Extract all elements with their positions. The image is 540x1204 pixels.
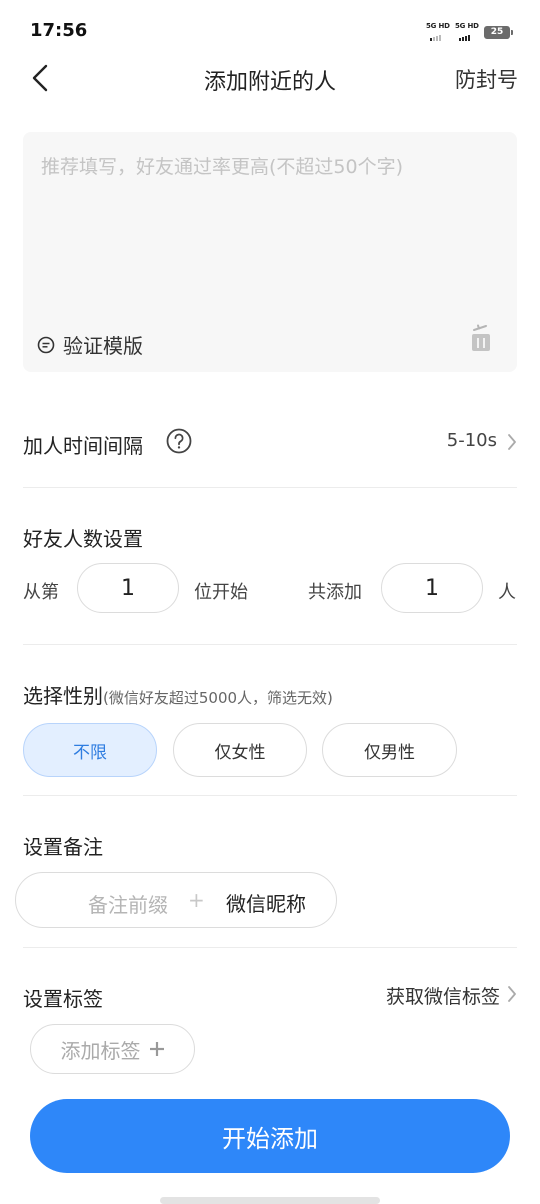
chevron-right-icon [508, 986, 516, 1002]
verification-message-input[interactable] [41, 152, 501, 322]
plus-icon [149, 1042, 164, 1056]
divider [23, 644, 517, 645]
verification-message-box: 验证模版 [23, 132, 517, 372]
total-suffix-label: 人 [498, 582, 516, 603]
question-circle-icon[interactable] [166, 428, 192, 454]
start-from-label: 从第 [23, 582, 59, 603]
add-interval-row[interactable]: 加人时间间隔 5-10s [23, 420, 517, 464]
gender-option-female[interactable]: 仅女性 [173, 723, 307, 777]
chevron-right-icon [508, 434, 516, 450]
gender-title: 选择性别 [23, 684, 103, 708]
status-icons: 5G HD 5G HD 25 [426, 22, 513, 42]
sim1-signal-icon: 5G HD [426, 22, 450, 41]
start-suffix-label: 位开始 [194, 582, 248, 603]
friend-count-title: 好友人数设置 [23, 527, 143, 551]
remark-format-group: 备注前缀 + 微信昵称 [15, 872, 337, 928]
gender-option-any[interactable]: 不限 [23, 723, 157, 777]
status-time: 17:56 [30, 20, 88, 41]
divider [23, 487, 517, 488]
sim2-network-label: 5G HD [455, 22, 479, 30]
nav-bar: 添加附近的人 防封号 [0, 56, 540, 100]
remark-nickname-chip[interactable]: 微信昵称 [226, 888, 306, 917]
battery-icon: 25 [484, 25, 513, 39]
message-icon [37, 336, 55, 353]
total-count-input[interactable] [381, 563, 483, 613]
add-tag-label: 添加标签 [60, 1038, 141, 1063]
remark-section-title: 设置备注 [23, 835, 103, 859]
remark-prefix-field[interactable]: 备注前缀 [88, 889, 168, 918]
get-wechat-tags-button[interactable]: 获取微信标签 [386, 982, 500, 1009]
remark-plus-sign: + [188, 888, 205, 912]
anti-ban-button[interactable]: 防封号 [455, 64, 518, 94]
total-add-label: 共添加 [308, 582, 362, 603]
gender-hint: (微信好友超过5000人，筛选无效) [103, 689, 333, 707]
trash-icon [472, 324, 490, 351]
verification-template-button[interactable]: 验证模版 [37, 330, 143, 359]
start-adding-button[interactable]: 开始添加 [30, 1099, 510, 1173]
start-position-input[interactable] [77, 563, 179, 613]
sim1-network-label: 5G HD [426, 22, 450, 30]
add-tag-button[interactable]: 添加标签 [30, 1024, 195, 1074]
divider [23, 947, 517, 948]
tags-section-title: 设置标签 [23, 987, 103, 1011]
divider [23, 795, 517, 796]
verification-template-label: 验证模版 [63, 334, 143, 358]
home-indicator [160, 1197, 380, 1204]
add-interval-label: 加人时间间隔 [23, 434, 143, 458]
sim2-signal-icon: 5G HD [455, 22, 479, 41]
gender-section-title: 选择性别(微信好友超过5000人，筛选无效) [23, 680, 333, 709]
status-bar: 17:56 5G HD 5G HD 25 [0, 0, 540, 62]
gender-option-male[interactable]: 仅男性 [322, 723, 457, 777]
add-interval-value: 5-10s [446, 430, 497, 451]
clear-message-button[interactable] [469, 324, 493, 354]
